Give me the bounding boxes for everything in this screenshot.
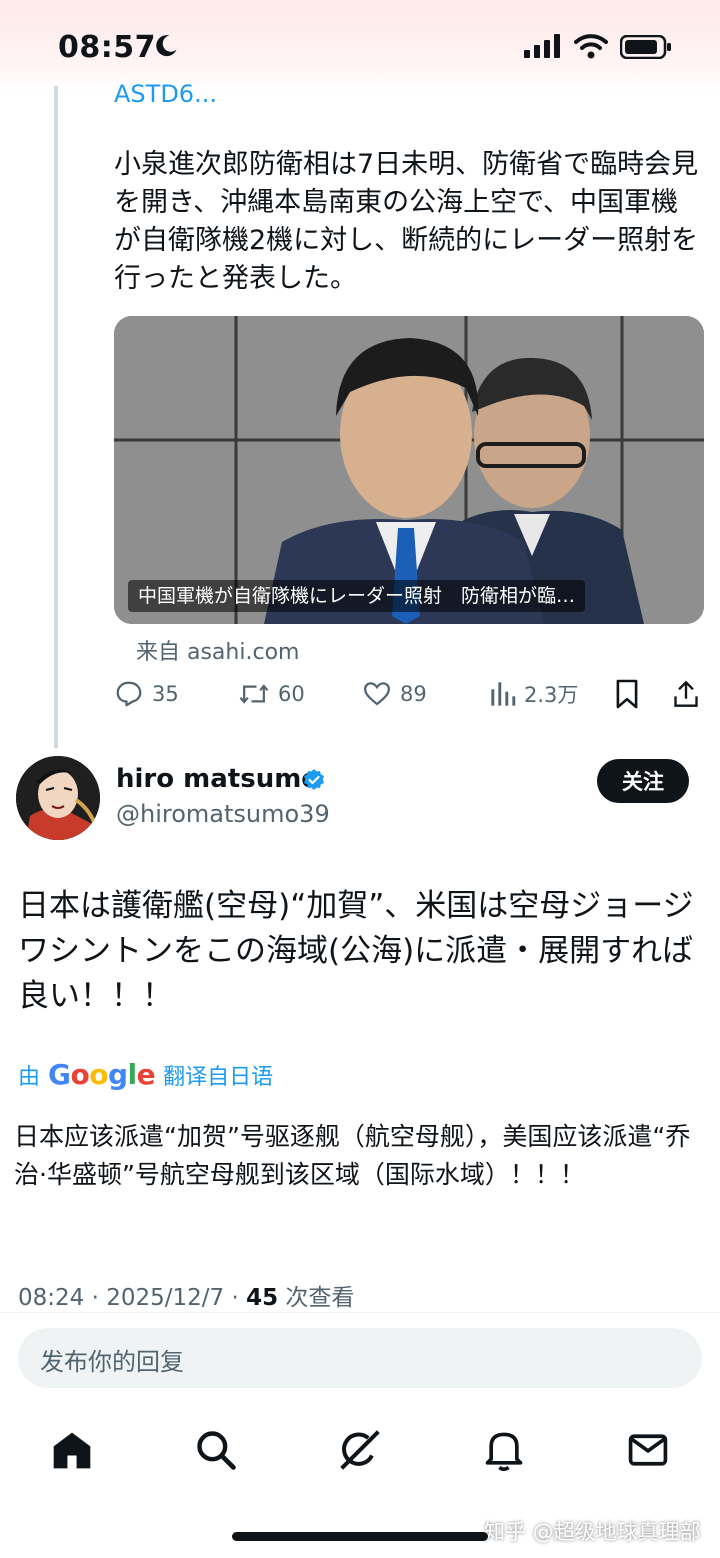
tweet-timestamp: 08:24 · 2025/12/7 · [18, 1285, 247, 1311]
tweet-view-label: 次查看 [278, 1285, 355, 1311]
display-name[interactable]: hiro matsumo [116, 764, 319, 794]
share-icon[interactable] [672, 678, 700, 710]
reply-action[interactable]: 35 [114, 676, 179, 712]
like-count: 89 [400, 682, 427, 706]
grok-icon[interactable] [338, 1428, 382, 1472]
signal-icon [524, 34, 560, 58]
link-card-image[interactable] [114, 316, 704, 624]
heart-icon [363, 682, 391, 706]
watermark: 知乎 @超级地球真理部 [484, 1520, 701, 1544]
bookmark-icon[interactable] [614, 678, 640, 710]
home-icon[interactable] [50, 1428, 94, 1472]
repost-action[interactable]: 60 [238, 676, 305, 712]
tweet-link[interactable]: ASTD6... [114, 80, 217, 108]
tweet-text: 日本は護衛艦(空母)“加賀”、米国は空母ジョージワシントンをこの海域(公海)に派… [18, 888, 694, 1014]
translation-attribution[interactable]: 由 Google 翻译自日语 [18, 1058, 273, 1091]
quoted-tweet-text: 小泉進次郎防衛相は7日未明、防衛省で臨時会見を開き、沖縄本島南東の公海上空で、中… [114, 149, 699, 294]
user-handle[interactable]: @hiromatsumo39 [116, 800, 330, 828]
moon-icon [156, 35, 177, 57]
press-conference-photo [114, 316, 704, 624]
tweet-view-count: 45 [246, 1285, 279, 1311]
translation-prefix: 由 [18, 1064, 41, 1090]
thread-line [54, 86, 58, 748]
verified-badge-icon [304, 769, 324, 790]
repost-count: 60 [278, 682, 305, 706]
like-action[interactable]: 89 [362, 676, 427, 712]
status-time: 08:57 [58, 30, 156, 65]
reply-count: 35 [152, 682, 179, 706]
reply-icon [116, 681, 142, 707]
avatar[interactable] [16, 756, 100, 840]
link-card-source[interactable]: 来自 asahi.com [136, 634, 299, 666]
search-icon[interactable] [194, 1428, 238, 1472]
views-icon [491, 682, 516, 706]
tweet-meta: 08:24 · 2025/12/7 · 45 次查看 [18, 1278, 354, 1312]
repost-icon [239, 684, 269, 704]
views-count: 2.3万 [524, 683, 579, 707]
battery-icon [620, 35, 671, 59]
messages-icon[interactable] [626, 1428, 670, 1472]
follow-button[interactable]: 关注 [597, 759, 689, 803]
google-logo: Google [48, 1058, 156, 1091]
translation-suffix: 翻译自日语 [163, 1064, 274, 1090]
reply-placeholder: 发布你的回复 [40, 1348, 184, 1376]
link-card-caption[interactable]: 中国軍機が自衛隊機にレーダー照射 防衛相が臨… [128, 580, 586, 612]
ukiyoe-avatar-image [16, 756, 100, 840]
home-indicator[interactable] [232, 1532, 488, 1541]
wifi-icon [574, 34, 608, 59]
translated-text: 日本应该派遣“加贺”号驱逐舰（航空母舰），美国应该派遣“乔治·华盛顿”号航空母舰… [14, 1122, 691, 1189]
views-action[interactable]: 2.3万 [490, 676, 578, 712]
notifications-icon[interactable] [482, 1428, 526, 1472]
divider [0, 1312, 720, 1313]
